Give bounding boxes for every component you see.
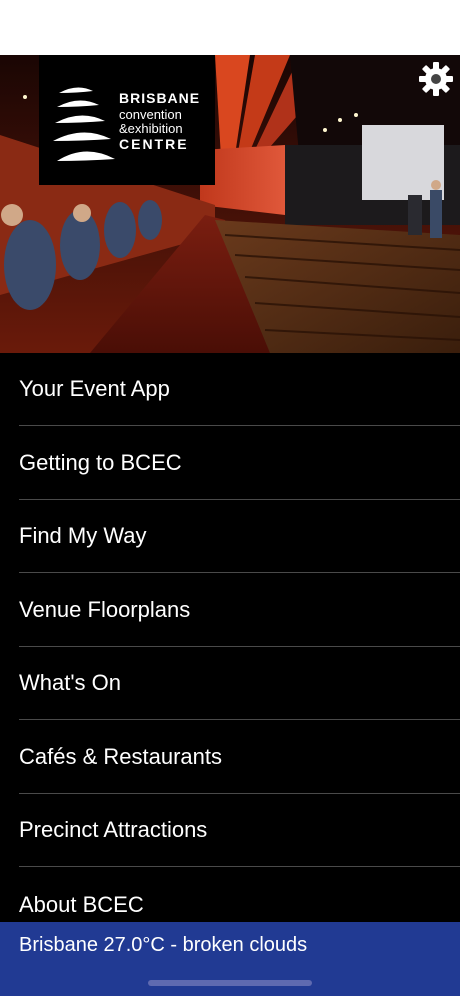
menu-item-cafes-restaurants[interactable]: Cafés & Restaurants — [19, 721, 460, 794]
menu-item-label: Precinct Attractions — [19, 817, 208, 842]
logo-line-exhibition: &exhibition — [119, 121, 183, 136]
logo-line-centre: CENTRE — [119, 136, 189, 152]
menu-item-label: Venue Floorplans — [19, 597, 191, 622]
menu-item-label: Your Event App — [19, 376, 170, 401]
menu-item-label: Find My Way — [19, 523, 147, 548]
menu-item-label: Cafés & Restaurants — [19, 744, 222, 769]
menu-item-find-my-way[interactable]: Find My Way — [19, 500, 460, 573]
bcec-logo: BRISBANE convention &exhibition CENTRE — [39, 55, 215, 185]
logo-wordmark: BRISBANE convention &exhibition CENTRE — [119, 91, 200, 151]
menu-item-precinct-attractions[interactable]: Precinct Attractions — [19, 794, 460, 867]
hero-image: BRISBANE convention &exhibition CENTRE — [0, 55, 460, 353]
menu-item-label: About BCEC — [19, 891, 144, 917]
status-bar — [0, 0, 460, 55]
bcec-wave-logo-icon — [53, 87, 115, 161]
menu-item-getting-to-bcec[interactable]: Getting to BCEC — [19, 427, 460, 500]
menu-item-label: Getting to BCEC — [19, 450, 182, 475]
logo-line-brisbane: BRISBANE — [119, 90, 201, 106]
menu-item-label: What's On — [19, 670, 122, 695]
menu-item-your-event-app[interactable]: Your Event App — [19, 353, 460, 426]
home-indicator[interactable] — [148, 980, 312, 986]
weather-text: Brisbane 27.0°C - broken clouds — [19, 934, 308, 956]
main-menu: Your Event App Getting to BCEC Find My W… — [0, 353, 460, 923]
menu-item-whats-on[interactable]: What's On — [19, 647, 460, 720]
menu-item-venue-floorplans[interactable]: Venue Floorplans — [19, 574, 460, 647]
logo-line-convention: convention — [119, 107, 182, 122]
gear-icon[interactable] — [418, 61, 454, 97]
